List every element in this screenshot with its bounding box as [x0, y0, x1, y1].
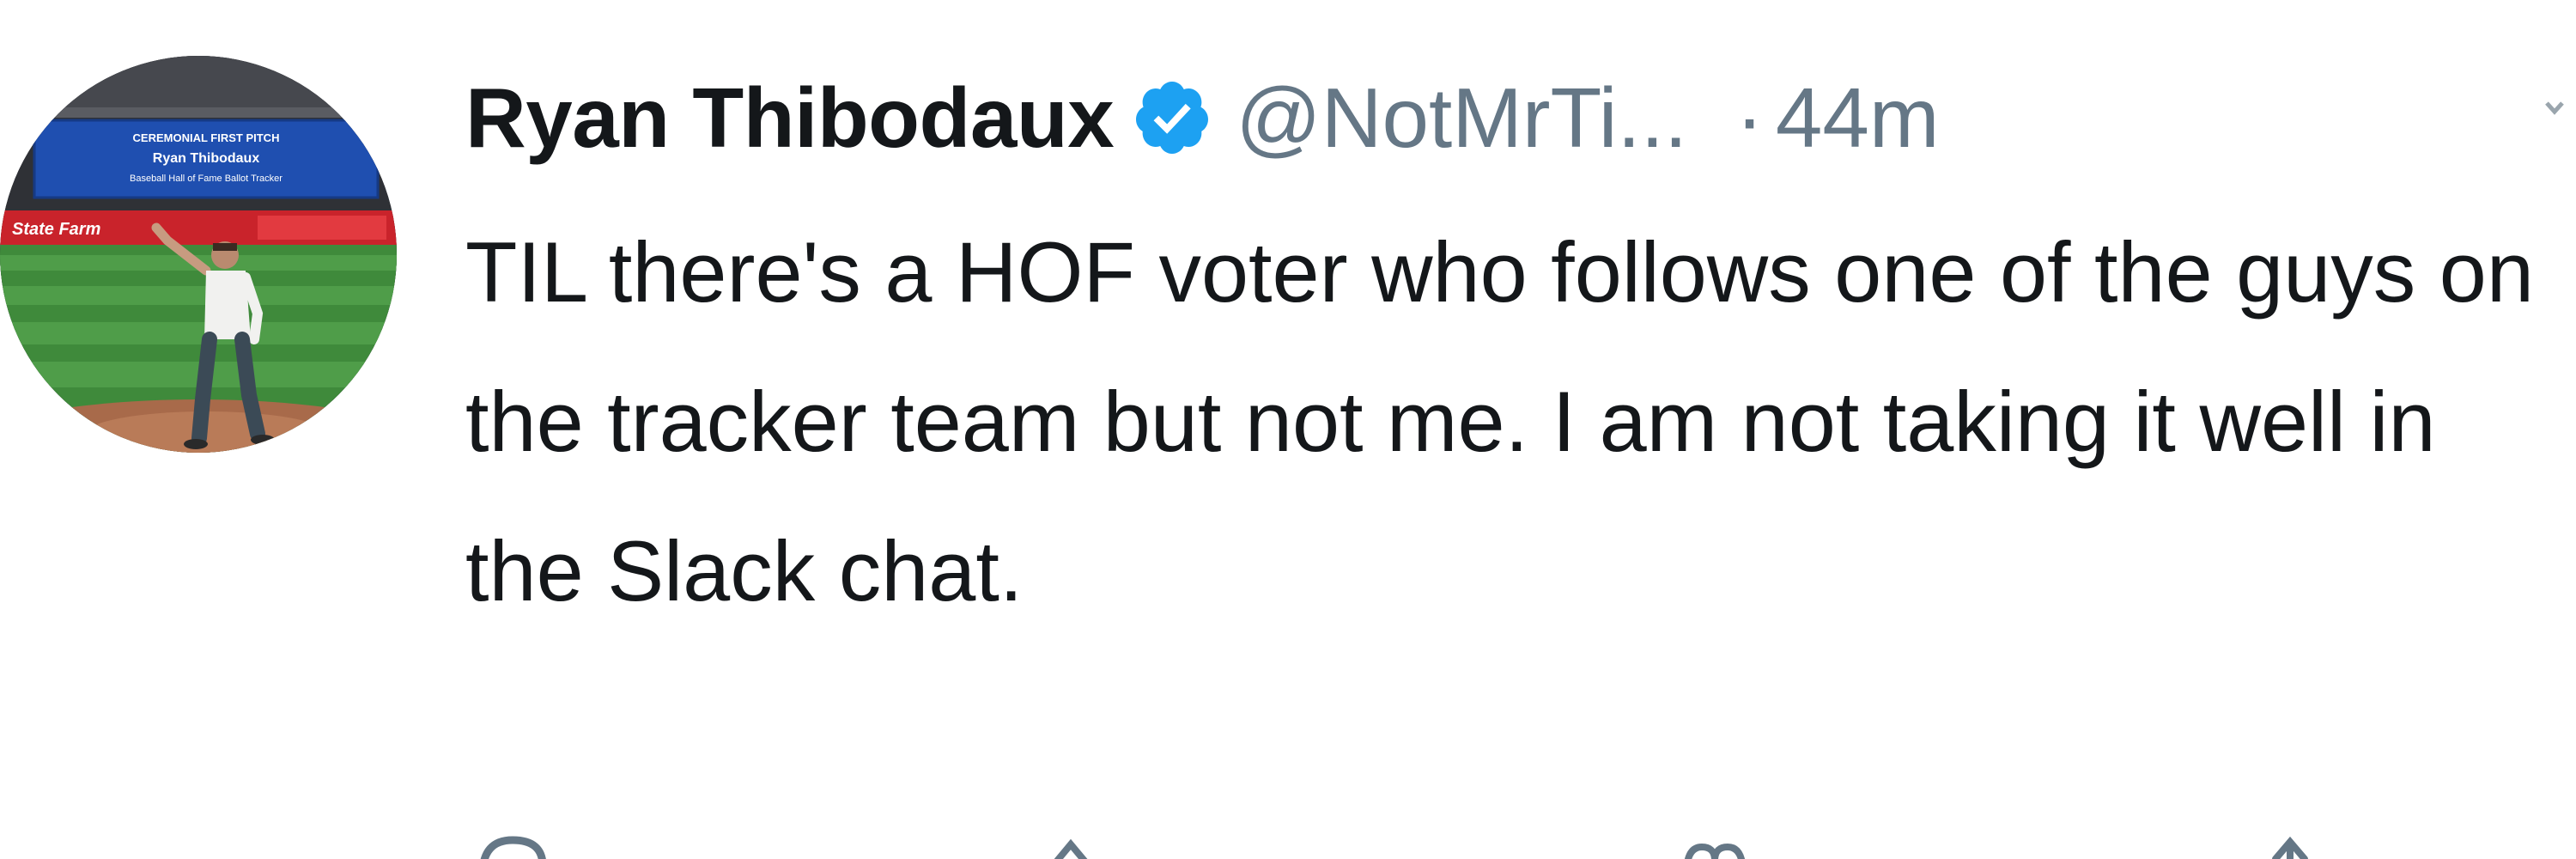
tweet-text: TIL there's a HOF voter who follows one …	[465, 224, 2534, 618]
author-display-name[interactable]: Ryan Thibodaux	[465, 70, 1115, 167]
reply-icon[interactable]	[474, 832, 551, 859]
tweet-header: Ryan Thibodaux @NotMrTi... · 44m	[465, 62, 1940, 174]
share-icon[interactable]	[2251, 832, 2329, 859]
scoreboard-line-3: Baseball Hall of Fame Ballot Tracker	[130, 174, 283, 184]
header-separator: ·	[1735, 70, 1764, 165]
tweet: CEREMONIAL FIRST PITCH Ryan Thibodaux Ba…	[0, 0, 2576, 859]
tweet-timestamp[interactable]: 44m	[1776, 70, 1940, 167]
tweet-actions	[465, 832, 2526, 859]
avatar[interactable]: CEREMONIAL FIRST PITCH Ryan Thibodaux Ba…	[0, 56, 397, 453]
heart-icon[interactable]	[1676, 832, 1753, 859]
retweet-icon[interactable]	[1032, 832, 1109, 859]
avatar-photo: CEREMONIAL FIRST PITCH Ryan Thibodaux Ba…	[0, 56, 397, 453]
more-options-icon[interactable]	[2542, 86, 2567, 137]
sponsor-text: State Farm	[12, 220, 100, 239]
scoreboard-line-2: Ryan Thibodaux	[153, 151, 260, 166]
author-handle[interactable]: @NotMrTi...	[1236, 70, 1687, 167]
verified-badge-icon	[1131, 76, 1213, 159]
scoreboard-line-1: CEREMONIAL FIRST PITCH	[133, 131, 280, 144]
